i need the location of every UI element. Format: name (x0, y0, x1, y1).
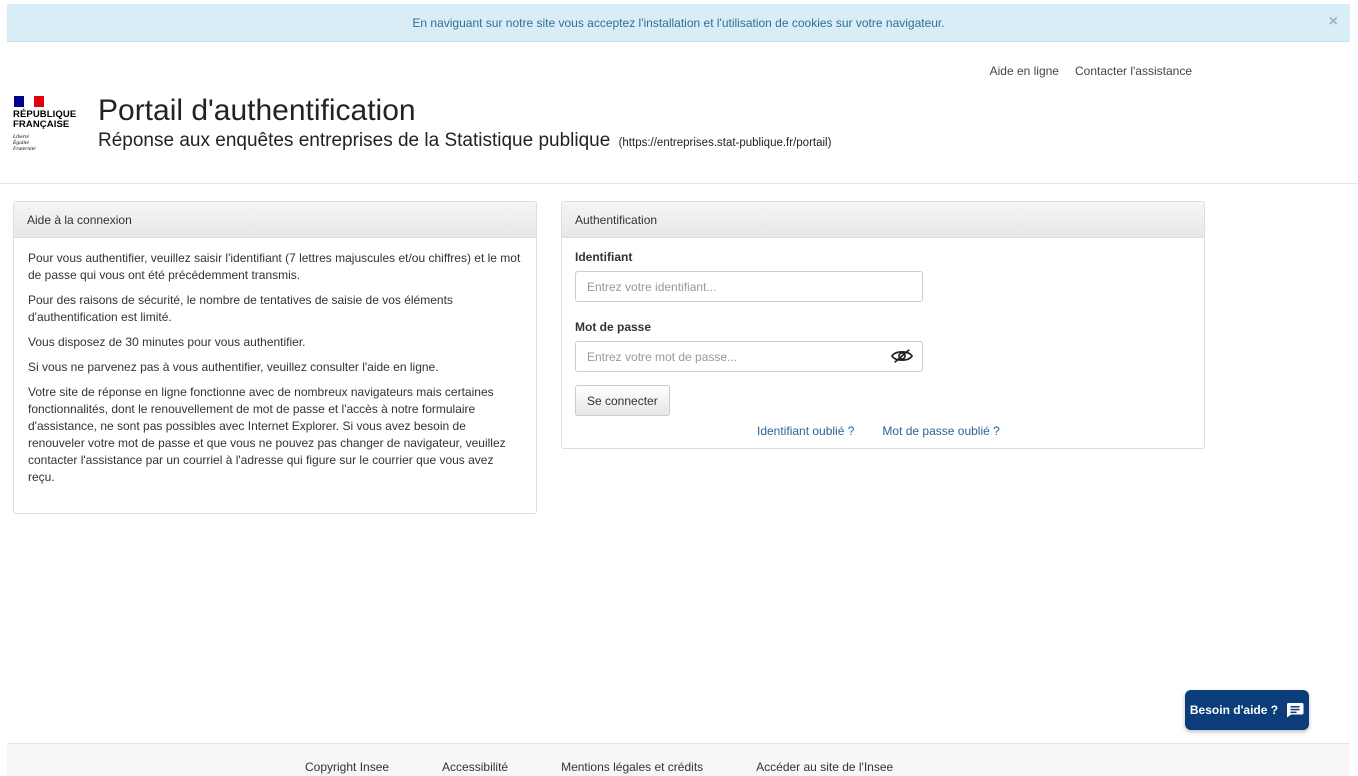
password-input[interactable] (575, 341, 923, 372)
close-icon[interactable]: × (1329, 14, 1338, 30)
help-paragraph: Pour vous authentifier, veuillez saisir … (28, 251, 521, 282)
flag-blue (14, 96, 24, 107)
footer-links: Copyright Insee Accessibilité Mentions l… (305, 760, 893, 774)
password-label: Mot de passe (575, 320, 652, 334)
eye-slash-icon[interactable] (891, 348, 913, 364)
forgot-identifier-link[interactable]: Identifiant oublié ? (757, 424, 854, 438)
motto-fraternite: Fraternité (13, 146, 36, 152)
subtitle-text: Réponse aux enquêtes entreprises de la S… (98, 130, 611, 151)
republique-francaise-logo: RÉPUBLIQUE FRANÇAISE Liberté Égalité Fra… (13, 96, 89, 166)
footer-insee-link[interactable]: Accéder au site de l'Insee (756, 760, 893, 774)
password-field-wrap (575, 341, 923, 372)
help-paragraph: Pour des raisons de sécurité, le nombre … (28, 293, 453, 324)
portal-url: (https://entreprises.stat-publique.fr/po… (618, 137, 832, 149)
help-paragraph: Votre site de réponse en ligne fonctionn… (28, 385, 506, 484)
help-chat-label: Besoin d'aide ? (1189, 703, 1279, 717)
page-subtitle: Réponse aux enquêtes entreprises de la S… (98, 130, 831, 152)
help-online-link[interactable]: Aide en ligne (990, 64, 1059, 78)
flag-icon (14, 96, 44, 107)
footer-legal-link[interactable]: Mentions légales et crédits (561, 760, 703, 774)
footer: Copyright Insee Accessibilité Mentions l… (7, 744, 1350, 776)
flag-white (24, 96, 34, 107)
help-paragraph: Vous disposez de 30 minutes pour vous au… (28, 335, 306, 349)
identifier-field-wrap (575, 271, 923, 302)
identifier-label: Identifiant (575, 250, 633, 264)
footer-accessibility-link[interactable]: Accessibilité (442, 760, 508, 774)
auth-form: Identifiant Mot de passe Se connecter (562, 238, 1204, 428)
help-panel: Aide à la connexion Pour vous authentifi… (13, 201, 537, 514)
auth-panel: Authentification Identifiant Mot de pass… (561, 201, 1205, 449)
header-divider (0, 183, 1358, 184)
identifier-input[interactable] (575, 271, 923, 302)
top-links: Aide en ligne Contacter l'assistance (990, 64, 1192, 78)
page-title: Portail d'authentification (98, 94, 416, 127)
footer-copyright-link[interactable]: Copyright Insee (305, 760, 389, 774)
logo-motto: Liberté Égalité Fraternité (13, 134, 89, 152)
flag-red (34, 96, 44, 107)
login-button[interactable]: Se connecter (575, 385, 670, 416)
auth-panel-heading: Authentification (562, 202, 1204, 238)
forgot-links: Identifiant oublié ? Mot de passe oublié… (757, 424, 1000, 438)
help-paragraph: Si vous ne parvenez pas à vous authentif… (28, 360, 439, 374)
help-chat-button[interactable]: Besoin d'aide ? (1185, 690, 1309, 730)
logo-text: RÉPUBLIQUE FRANÇAISE (13, 110, 89, 130)
help-panel-heading: Aide à la connexion (14, 202, 536, 238)
help-panel-body: Pour vous authentifier, veuillez saisir … (14, 238, 536, 506)
contact-support-link[interactable]: Contacter l'assistance (1075, 64, 1192, 78)
cookie-banner: En naviguant sur notre site vous accepte… (7, 4, 1350, 42)
forgot-password-link[interactable]: Mot de passe oublié ? (882, 424, 999, 438)
logo-line2: FRANÇAISE (13, 119, 70, 130)
chat-icon (1287, 703, 1304, 718)
cookie-message: En naviguant sur notre site vous accepte… (412, 15, 945, 30)
